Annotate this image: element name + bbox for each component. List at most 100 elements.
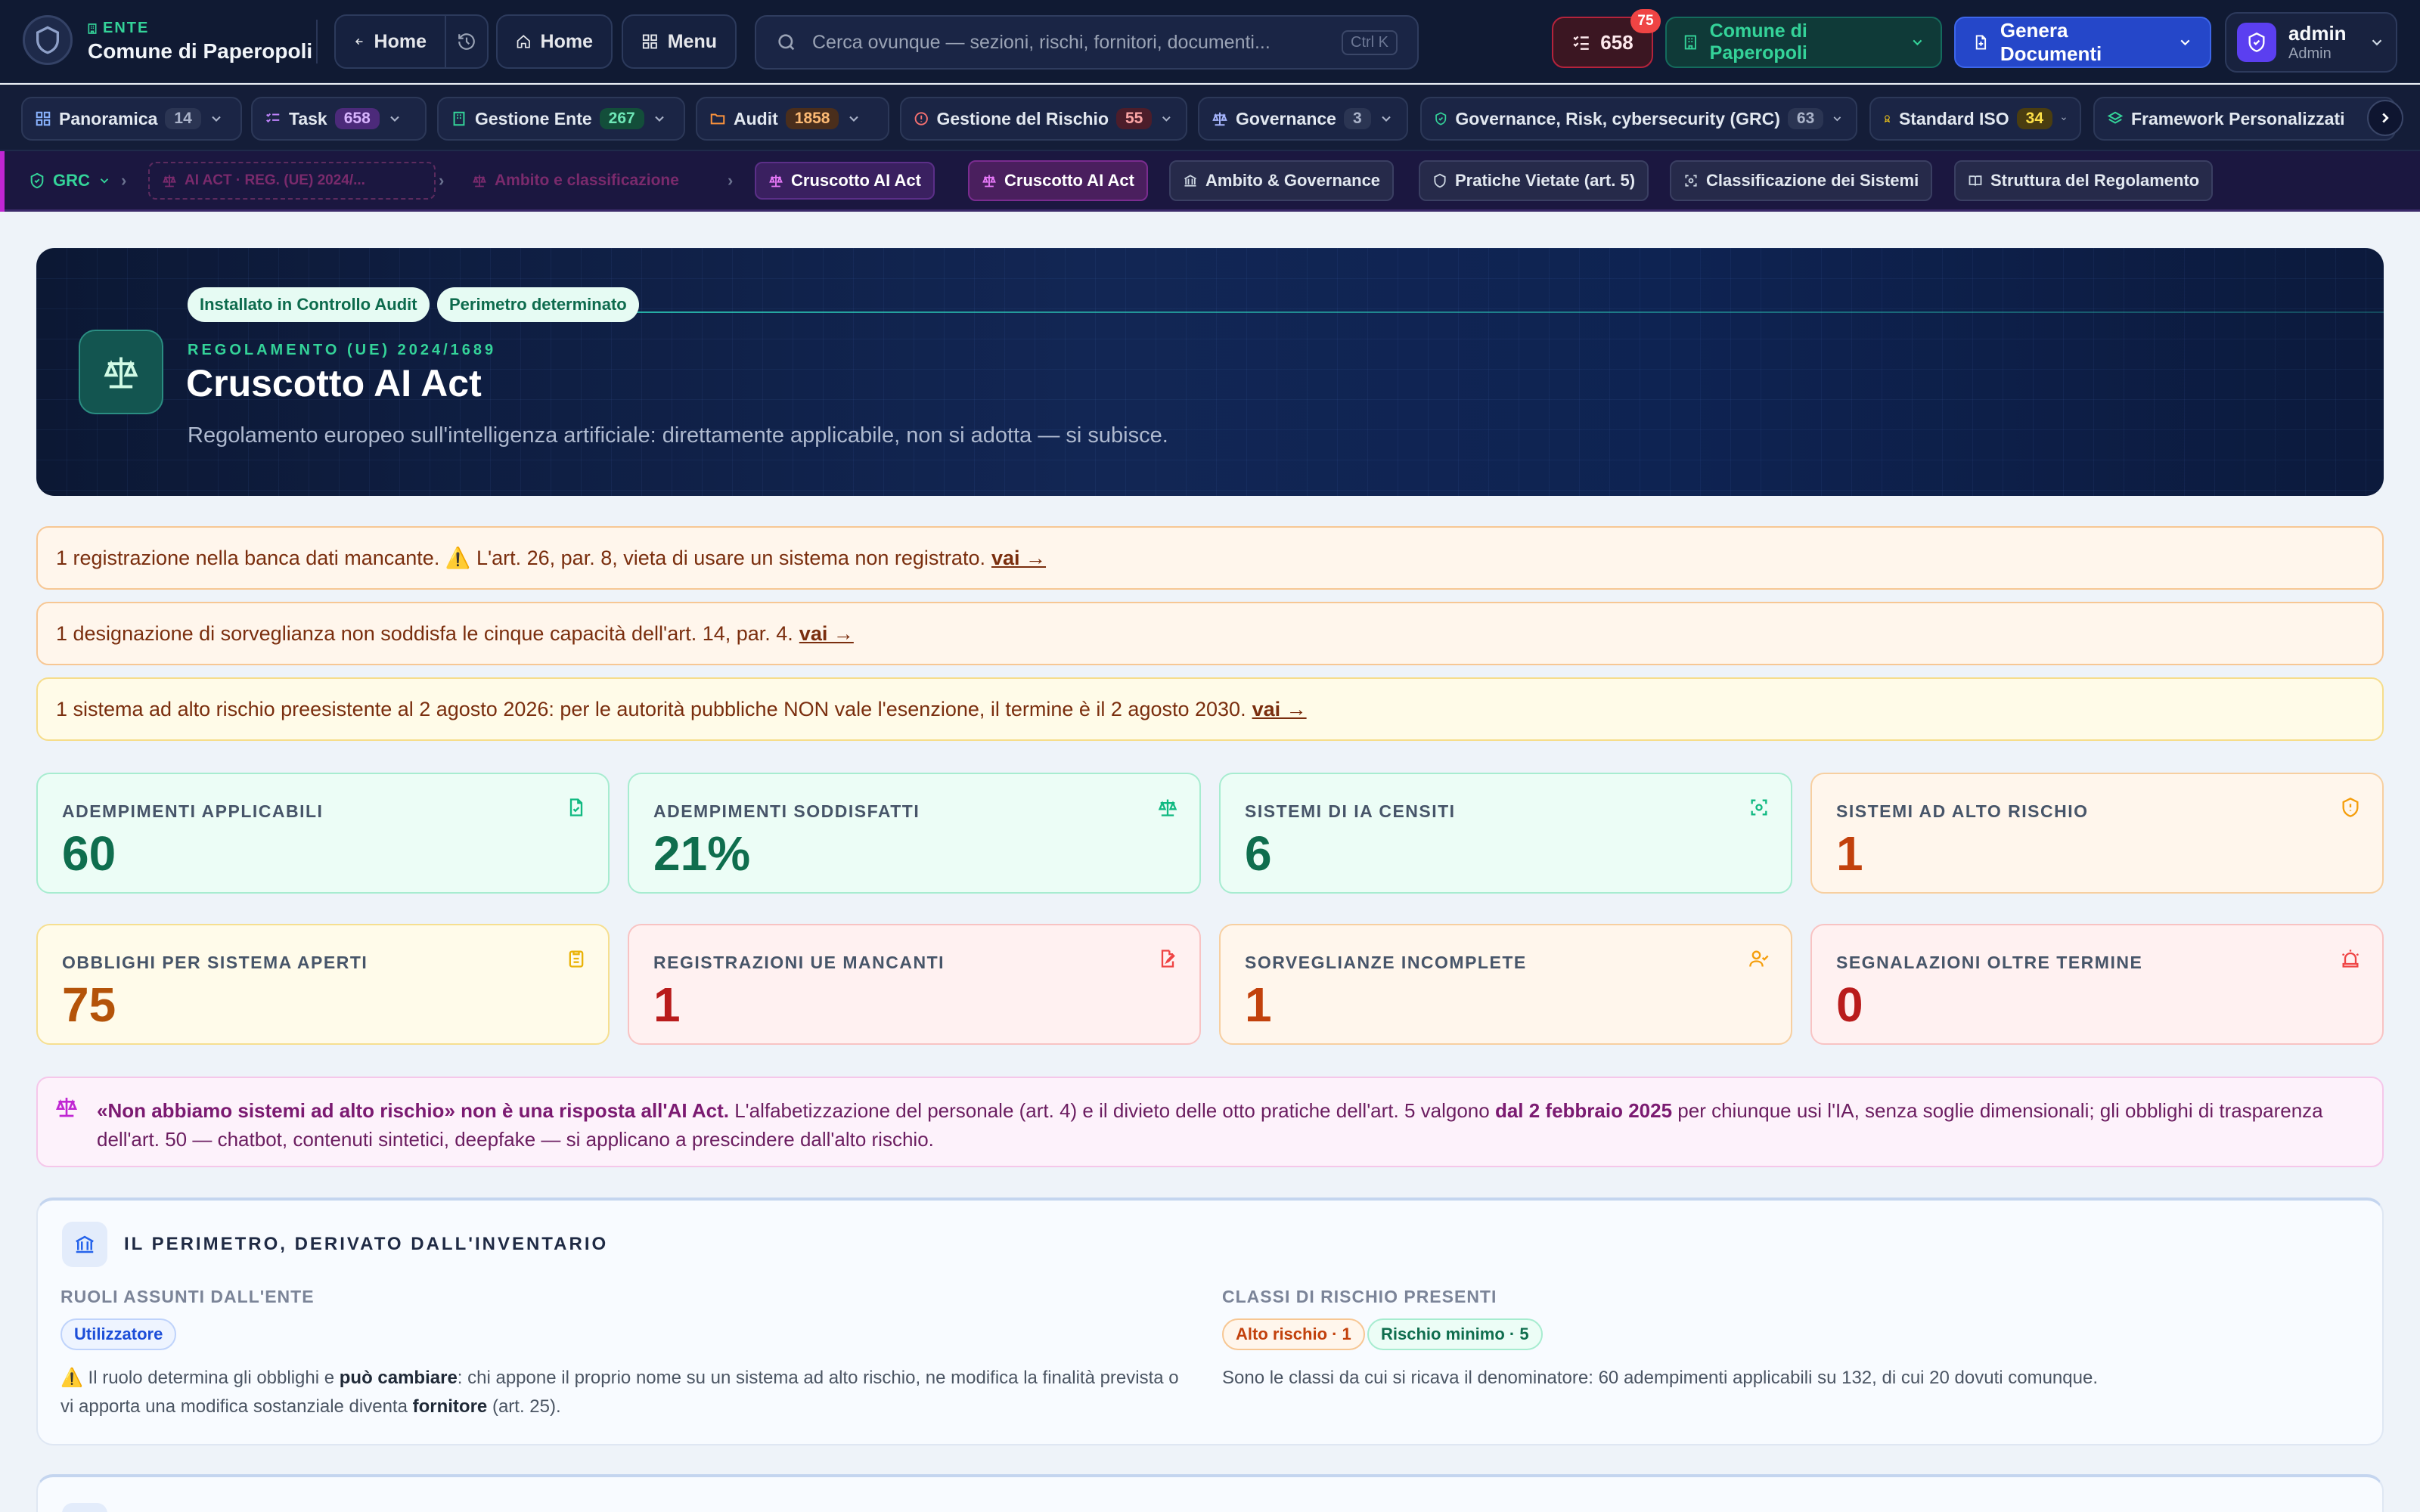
subtab-pratiche-vietate[interactable]: Pratiche Vietate (art. 5) [1419, 160, 1649, 201]
search-input[interactable]: Cerca ovunque — sezioni, rischi, fornito… [812, 32, 1270, 54]
breadcrumb-root[interactable]: GRC [17, 162, 123, 200]
hero-divider [581, 311, 2384, 313]
tab-gestione-rischio[interactable]: Gestione del Rischio 55 [900, 97, 1187, 141]
tab-gestione-ente[interactable]: Gestione Ente 267 [437, 97, 685, 141]
class-chip-high: Alto rischio · 1 [1222, 1318, 1365, 1350]
note-text: L'alfabetizzazione del personale (art. 4… [728, 1099, 1495, 1122]
alert-link[interactable]: vai → [1252, 698, 1307, 721]
generate-documents-button[interactable]: Genera Documenti [1954, 17, 2211, 68]
chevron-down-icon [2062, 117, 2066, 120]
scale-icon [769, 175, 783, 187]
shield-check-icon [30, 172, 44, 189]
alert-link[interactable]: vai → [991, 547, 1046, 570]
subtab-ambito-governance[interactable]: Ambito & Governance [1169, 160, 1395, 201]
kpi-registrazioni-mancanti[interactable]: REGISTRAZIONI UE MANCANTI 1 [628, 924, 1201, 1045]
subtab-struttura[interactable]: Struttura del Regolamento [1954, 160, 2214, 201]
breadcrumb-current: Cruscotto AI Act [755, 162, 935, 200]
history-button[interactable] [445, 14, 489, 69]
kpi-label: ADEMPIMENTI SODDISFATTI [653, 801, 920, 821]
class-chip-minimal: Rischio minimo · 5 [1367, 1318, 1543, 1350]
classes-text: Sono le classi da cui si ricava il denom… [1222, 1368, 2098, 1388]
award-icon [1884, 115, 1891, 123]
kpi-adempimenti-applicabili[interactable]: ADEMPIMENTI APPLICABILI 60 [36, 773, 610, 894]
clipboard-icon [569, 950, 584, 968]
user-menu[interactable]: admin Admin [2225, 12, 2397, 73]
kpi-value: 60 [62, 826, 116, 881]
tab-task[interactable]: Task 658 [251, 97, 427, 141]
global-search[interactable]: Cerca ovunque — sezioni, rischi, fornito… [755, 15, 1419, 70]
building-icon [453, 111, 465, 126]
breadcrumb-separator: › [439, 171, 445, 190]
scale-icon [104, 357, 138, 389]
alert-text: 1 sistema ad alto rischio preesistente a… [56, 697, 1246, 720]
hero-icon [79, 330, 163, 414]
avatar [2237, 23, 2276, 62]
chevron-down-icon [212, 116, 221, 122]
subtab-cruscotto[interactable]: Cruscotto AI Act [968, 160, 1148, 201]
kpi-value: 0 [1836, 978, 1863, 1032]
note-date: dal 2 febbraio 2025 [1494, 1099, 1673, 1122]
page-title: Cruscotto AI Act [186, 362, 482, 404]
alert-link[interactable]: vai → [799, 622, 854, 646]
scan-icon [1685, 175, 1697, 187]
home-icon [517, 35, 530, 48]
hero-kicker: REGOLAMENTO (UE) 2024/1689 [188, 342, 497, 358]
ai-act-note: «Non abbiamo sistemi ad alto rischio» no… [36, 1077, 2384, 1167]
kpi-label: ADEMPIMENTI APPLICABILI [62, 801, 324, 821]
tab-framework-personalizzati[interactable]: Framework Personalizzati [2093, 97, 2396, 141]
kpi-sorveglianze-incomplete[interactable]: SORVEGLIANZE INCOMPLETE 1 [1219, 924, 1792, 1045]
roles-text: ⚠️ Il ruolo determina gli obblighi e può… [60, 1368, 1179, 1417]
breadcrumb-separator: › [121, 171, 127, 190]
search-shortcut: Ctrl K [1342, 29, 1398, 55]
back-home-button[interactable]: Home [334, 14, 446, 69]
tab-governance[interactable]: Governance 3 [1198, 97, 1408, 141]
layers-icon [2107, 111, 2124, 124]
alert-preesistente: 1 sistema ad alto rischio preesistente a… [36, 677, 2384, 741]
chevron-down-icon [849, 116, 859, 122]
main-nav: Panoramica 14 Task 658 Gestione Ente 267 Au… [0, 85, 2420, 151]
ente-selector[interactable]: Comune di Paperopoli [1665, 17, 1942, 68]
kpi-obblighi-aperti[interactable]: OBBLIGHI PER SISTEMA APERTI 75 [36, 924, 610, 1045]
building-icon [88, 23, 97, 34]
roles-label: RUOLI ASSUNTI DALL'ENTE [60, 1287, 315, 1306]
tag-installato: Installato in Controllo Audit [188, 287, 430, 322]
tab-panoramica[interactable]: Panoramica 14 [21, 97, 242, 141]
shield-check-icon [1435, 112, 1447, 125]
user-role: Admin [2288, 45, 2332, 62]
checklist-icon [1573, 36, 1590, 50]
ente-name: Comune di Paperopoli [88, 39, 313, 63]
kpi-sistemi-censiti[interactable]: SISTEMI DI IA CENSITI 6 [1219, 773, 1792, 894]
kpi-label: REGISTRAZIONI UE MANCANTI [653, 953, 945, 972]
alert-sorveglianza: 1 designazione di sorveglianza non soddi… [36, 602, 2384, 665]
home-button[interactable]: Home [496, 14, 613, 69]
scale-icon [55, 1098, 78, 1117]
subtab-classificazione[interactable]: Classificazione dei Sistemi [1670, 160, 1933, 201]
breadcrumb-ai-act[interactable]: AI ACT · REG. (UE) 2024/... [148, 162, 436, 200]
kpi-adempimenti-soddisfatti[interactable]: ADEMPIMENTI SODDISFATTI 21% [628, 773, 1201, 894]
kpi-sistemi-alto-rischio[interactable]: SISTEMI AD ALTO RISCHIO 1 [1810, 773, 2384, 894]
nav-scroll-right-button[interactable] [2367, 100, 2403, 136]
classes-label: CLASSI DI RISCHIO PRESENTI [1222, 1287, 1497, 1306]
kpi-label: SISTEMI DI IA CENSITI [1245, 801, 1456, 821]
shield-check-icon [2248, 33, 2265, 52]
tab-standard-iso[interactable]: Standard ISO 34 [1869, 97, 2081, 141]
hero-banner: Installato in Controllo Audit Perimetro … [36, 248, 2384, 496]
tab-grc[interactable]: Governance, Risk, cybersecurity (GRC) 63 [1420, 97, 1857, 141]
next-card [36, 1474, 2384, 1512]
search-icon [778, 34, 795, 51]
chevron-down-icon [390, 116, 399, 122]
grid-icon [642, 34, 657, 49]
kpi-value: 75 [62, 978, 116, 1032]
institution-icon [76, 1235, 94, 1253]
tab-audit[interactable]: Audit 1858 [696, 97, 889, 141]
chevron-down-icon [1162, 116, 1171, 122]
breadcrumb-ambito[interactable]: Ambito e classificazione [460, 162, 691, 200]
card-icon [62, 1222, 107, 1267]
role-chip: Utilizzatore [60, 1318, 177, 1350]
scale-icon [473, 175, 486, 187]
kpi-label: SEGNALAZIONI OLTRE TERMINE [1836, 953, 2143, 972]
card-title: IL PERIMETRO, DERIVATO DALL'INVENTARIO [124, 1234, 609, 1254]
scale-icon [1158, 799, 1177, 816]
menu-button[interactable]: Menu [622, 14, 737, 69]
kpi-segnalazioni-oltre-termine[interactable]: SEGNALAZIONI OLTRE TERMINE 0 [1810, 924, 2384, 1045]
